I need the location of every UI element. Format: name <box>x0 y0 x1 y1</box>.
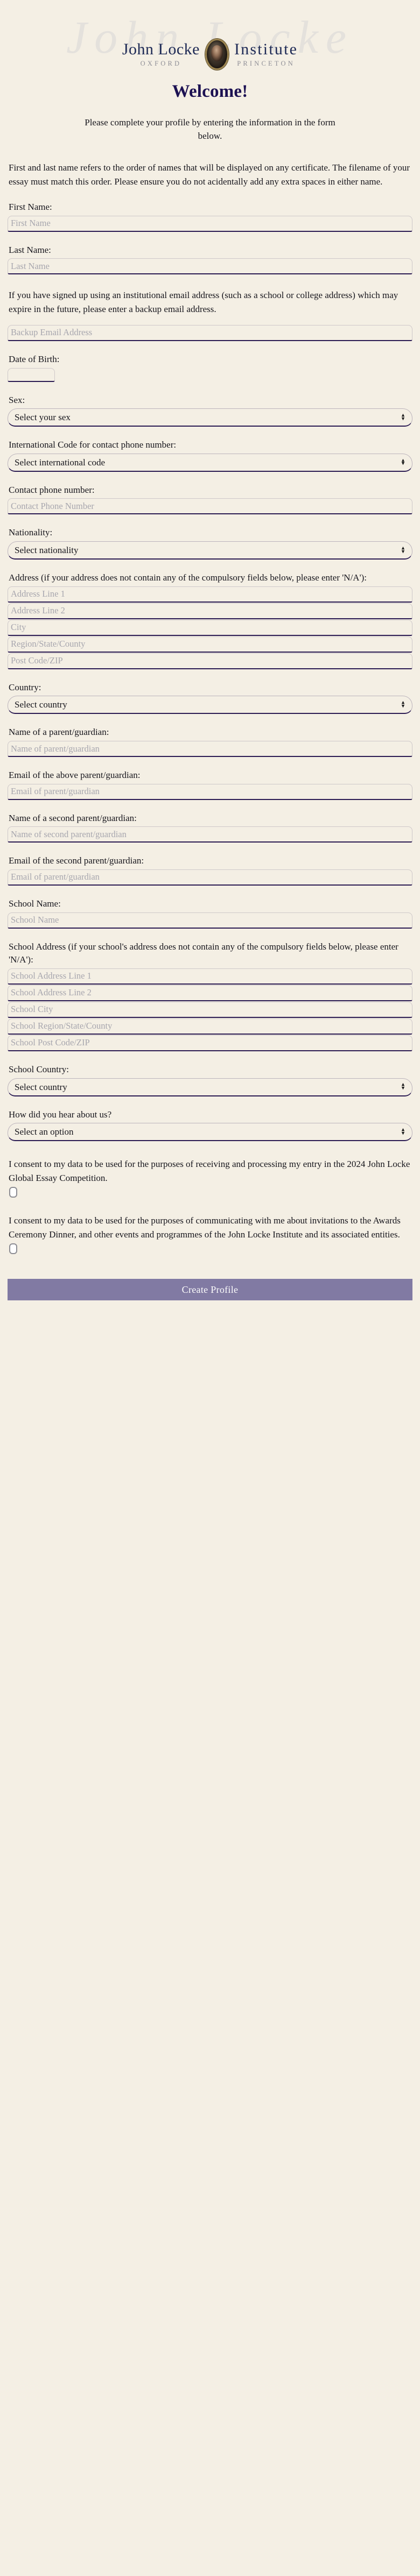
parent-name-input[interactable] <box>8 741 412 758</box>
submit-area: Create Profile <box>0 1254 420 1313</box>
school-address-line2-input[interactable] <box>8 985 412 1001</box>
school-country-label: School Country: <box>9 1064 69 1074</box>
consent-communications-checkbox[interactable] <box>9 1243 17 1255</box>
consent-entry-checkbox[interactable] <box>9 1187 17 1198</box>
international-code-label: International Code for contact phone num… <box>9 440 177 450</box>
consent-entry-text: I consent to my data to be used for the … <box>9 1159 410 1183</box>
logo-sub-oxford: OXFORD <box>140 59 182 67</box>
consent-communications-text: I consent to my data to be used for the … <box>9 1215 401 1240</box>
international-code-select-wrap: Select international code ▴ ▾ <box>8 453 412 472</box>
first-name-label: First Name: <box>9 201 52 212</box>
parent-name-label: Name of a parent/guardian: <box>9 727 109 738</box>
second-parent-name-input[interactable] <box>8 826 412 843</box>
address-line2-input[interactable] <box>8 603 412 619</box>
logo-right-block: Institute PRINCETON <box>234 41 298 68</box>
address-region-input[interactable] <box>8 636 412 653</box>
nationality-select[interactable]: Select nationality <box>8 541 412 560</box>
logo-left-block: John Locke OXFORD <box>122 41 200 68</box>
parent-email-label: Email of the above parent/guardian: <box>9 770 141 781</box>
school-postcode-input[interactable] <box>8 1035 412 1051</box>
address-group <box>8 586 412 669</box>
contact-phone-input[interactable] <box>8 498 412 515</box>
logo-name-left: John Locke <box>122 40 200 59</box>
second-parent-email-input[interactable] <box>8 869 412 886</box>
profile-page: John Locke John Locke OXFORD Institute P… <box>0 0 420 1313</box>
hear-about-us-select-wrap: Select an option ▴ ▾ <box>8 1123 412 1142</box>
address-postcode-input[interactable] <box>8 653 412 669</box>
backup-email-input[interactable] <box>8 324 412 341</box>
contact-phone-label: Contact phone number: <box>9 484 95 495</box>
address-label: Address (if your address does not contai… <box>9 572 367 583</box>
logo-sub-princeton: PRINCETON <box>237 59 295 67</box>
sex-label: Sex: <box>9 394 25 405</box>
date-of-birth-label: Date of Birth: <box>9 353 60 364</box>
school-address-label: School Address (if your school's address… <box>9 941 398 965</box>
school-country-select[interactable]: Select country <box>8 1078 412 1096</box>
intro-text: Please complete your profile by entering… <box>85 117 335 141</box>
address-city-input[interactable] <box>8 619 412 636</box>
brand-logo: John Locke John Locke OXFORD Institute P… <box>0 0 420 74</box>
create-profile-button[interactable]: Create Profile <box>8 1279 412 1301</box>
last-name-label: Last Name: <box>9 244 51 255</box>
nationality-label: Nationality: <box>9 527 53 538</box>
page-title: Welcome! <box>172 82 248 101</box>
sex-select-wrap: Select your sex ▴ ▾ <box>8 408 412 427</box>
name-instructions: First and last name refers to the order … <box>9 162 410 187</box>
first-name-input[interactable] <box>8 215 412 232</box>
school-name-input[interactable] <box>8 912 412 929</box>
last-name-input[interactable] <box>8 258 412 275</box>
school-country-select-wrap: Select country ▴ ▾ <box>8 1078 412 1096</box>
john-locke-portrait-icon <box>205 39 229 70</box>
international-code-select[interactable]: Select international code <box>8 453 412 472</box>
consent-communications-block: I consent to my data to be used for the … <box>8 1214 412 1255</box>
second-parent-name-label: Name of a second parent/guardian: <box>9 812 137 823</box>
school-address-group <box>8 968 412 1051</box>
backup-email-instructions: If you have signed up using an instituti… <box>9 290 398 315</box>
address-line1-input[interactable] <box>8 586 412 603</box>
parent-email-input[interactable] <box>8 783 412 800</box>
school-address-line1-input[interactable] <box>8 968 412 985</box>
hear-about-us-select[interactable]: Select an option <box>8 1123 412 1142</box>
hear-about-us-label: How did you hear about us? <box>9 1109 112 1120</box>
consent-entry-block: I consent to my data to be used for the … <box>8 1157 412 1198</box>
date-of-birth-input[interactable] <box>8 367 55 382</box>
nationality-select-wrap: Select nationality ▴ ▾ <box>8 541 412 560</box>
school-name-label: School Name: <box>9 898 61 909</box>
profile-form: First and last name refers to the order … <box>0 161 420 1255</box>
school-city-input[interactable] <box>8 1001 412 1018</box>
country-select[interactable]: Select country <box>8 696 412 714</box>
school-region-input[interactable] <box>8 1018 412 1035</box>
second-parent-email-label: Email of the second parent/guardian: <box>9 855 144 866</box>
sex-select[interactable]: Select your sex <box>8 408 412 427</box>
country-select-wrap: Select country ▴ ▾ <box>8 696 412 714</box>
country-label: Country: <box>9 682 41 692</box>
logo-name-right: Institute <box>234 40 298 59</box>
